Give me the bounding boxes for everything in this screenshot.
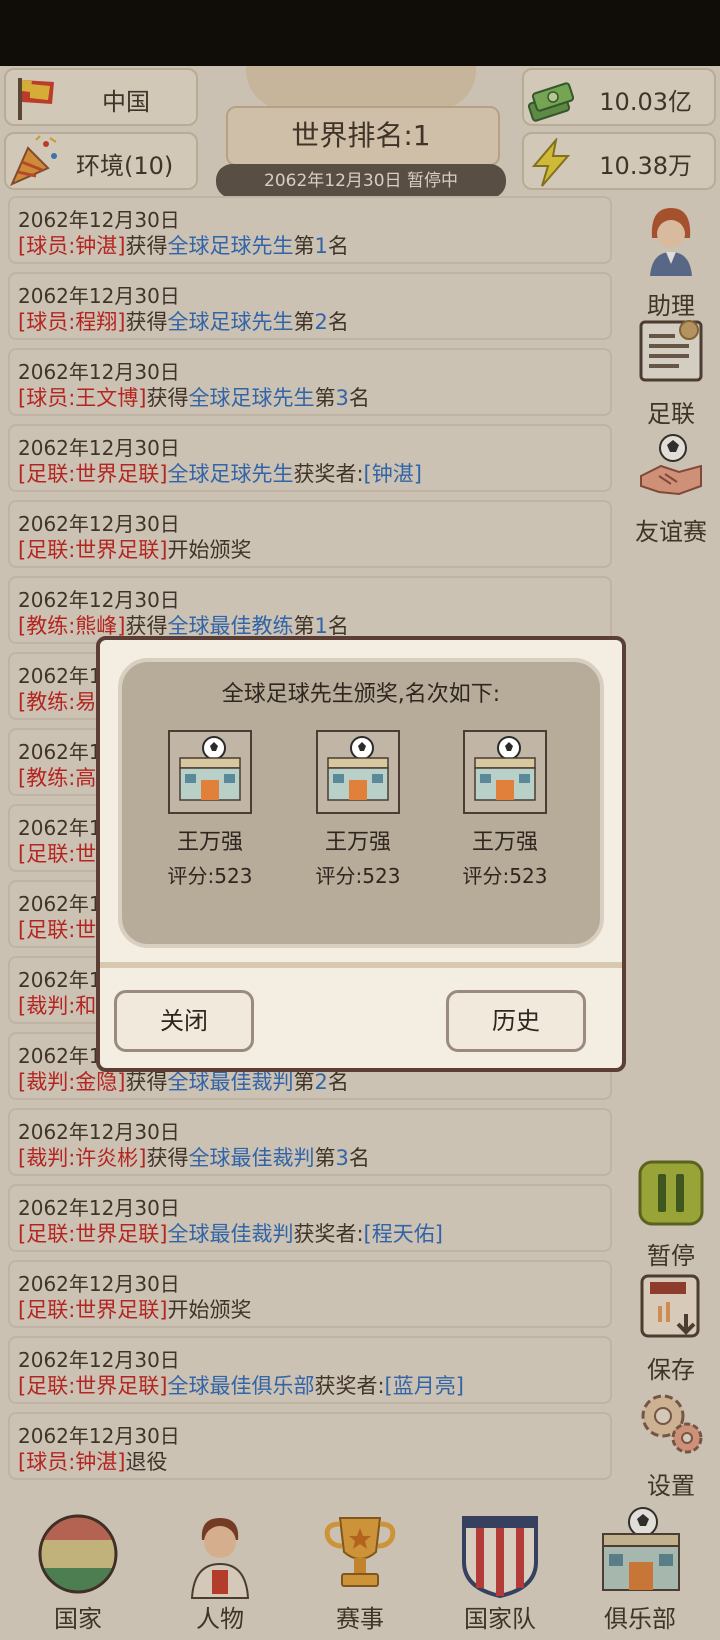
close-button[interactable]: 关闭 [114, 990, 254, 1052]
winner-name: 王万强 [324, 830, 391, 855]
winner-score: 评分:523 [462, 864, 548, 888]
dialog-divider [100, 962, 622, 968]
winner-1: 王万强 评分:523 [150, 730, 270, 889]
winner-name: 王万强 [176, 830, 243, 855]
award-dialog: 全球足球先生颁奖,名次如下: 王万强 评分:523 王万强 评分:523 王万强… [96, 636, 626, 1072]
award-dialog-title: 全球足球先生颁奖,名次如下: [221, 682, 501, 707]
winner-3: 王万强 评分:523 [445, 730, 565, 889]
club-building-icon [463, 730, 547, 814]
club-building-icon [168, 730, 252, 814]
club-building-icon [316, 730, 400, 814]
winner-name: 王万强 [471, 830, 538, 855]
winner-score: 评分:523 [167, 864, 253, 888]
history-button[interactable]: 历史 [446, 990, 586, 1052]
winner-2: 王万强 评分:523 [298, 730, 418, 889]
winner-score: 评分:523 [315, 864, 401, 888]
